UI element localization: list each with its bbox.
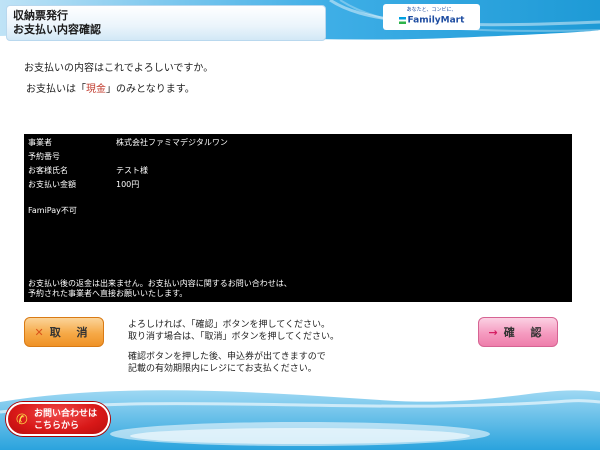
brand-name: FamilyMart bbox=[407, 15, 465, 26]
inquiry-line2: こちらから bbox=[34, 421, 80, 431]
page-title-line2: お支払い内容確認 bbox=[13, 23, 101, 36]
instruction-line1: よろしければ、「確認」ボタンを押してください。 bbox=[128, 320, 330, 330]
cash-prefix: お支払いは「 bbox=[26, 84, 86, 95]
page-title-box: 収納票発行 お支払い内容確認 bbox=[6, 5, 326, 41]
detail-label: 予約番号 bbox=[28, 152, 60, 161]
refund-notice-line2: 予約された事業者へ直接お願いいたします。 bbox=[28, 289, 188, 298]
cancel-button[interactable]: ✕ 取 消 bbox=[24, 317, 104, 347]
instruction-line2: 取り消す場合は、「取消」ボタンを押してください。 bbox=[128, 332, 339, 342]
inquiry-line1: お問い合わせは bbox=[34, 409, 98, 419]
detail-label: お客様氏名 bbox=[28, 166, 68, 175]
header: 収納票発行 お支払い内容確認 あなたと、コンビに、 FamilyMart bbox=[0, 0, 600, 48]
cash-only-message: お支払いは「現金」のみとなります。 bbox=[26, 83, 195, 96]
confirm-button[interactable]: → 確 認 bbox=[478, 317, 558, 347]
cash-highlight: 現金 bbox=[86, 84, 106, 95]
famipay-note: FamiPay不可 bbox=[28, 206, 77, 215]
refund-notice: お支払い後の返金は出来ません。お支払い内容に関するお問い合わせは、 予約された事… bbox=[28, 279, 568, 299]
brand-tagline: あなたと、コンビに、 bbox=[406, 7, 457, 13]
familymart-logo-icon bbox=[398, 17, 406, 24]
refund-notice-line1: お支払い後の返金は出来ません。お支払い内容に関するお問い合わせは、 bbox=[28, 279, 292, 288]
confirm-question: お支払いの内容はこれでよろしいですか。 bbox=[24, 63, 214, 74]
phone-icon: ✆ bbox=[16, 412, 28, 428]
detail-value: 100円 bbox=[116, 180, 140, 189]
page-title-line1: 収納票発行 bbox=[13, 9, 68, 22]
detail-label: お支払い金額 bbox=[28, 180, 76, 189]
arrow-right-icon: → bbox=[488, 325, 498, 339]
cancel-button-label: 取 消 bbox=[49, 326, 94, 339]
payment-details-panel: 事業者 株式会社ファミマデジタルワン 予約番号 お客様氏名 テスト様 お支払い金… bbox=[24, 134, 572, 302]
detail-label: 事業者 bbox=[28, 138, 52, 147]
confirm-button-label: 確 認 bbox=[503, 326, 548, 339]
instruction-line3: 確認ボタンを押した後、申込券が出てきますので bbox=[128, 352, 326, 362]
instructions-confirm: よろしければ、「確認」ボタンを押してください。 取り消す場合は、「取消」ボタンを… bbox=[128, 319, 468, 343]
inquiry-button[interactable]: ✆ お問い合わせは こちらから bbox=[6, 402, 110, 436]
x-icon: ✕ bbox=[34, 325, 44, 339]
familymart-logo: あなたと、コンビに、 FamilyMart bbox=[383, 4, 480, 30]
detail-value: テスト様 bbox=[116, 166, 148, 175]
detail-value: 株式会社ファミマデジタルワン bbox=[116, 138, 228, 147]
cash-suffix: 」のみとなります。 bbox=[106, 84, 195, 95]
